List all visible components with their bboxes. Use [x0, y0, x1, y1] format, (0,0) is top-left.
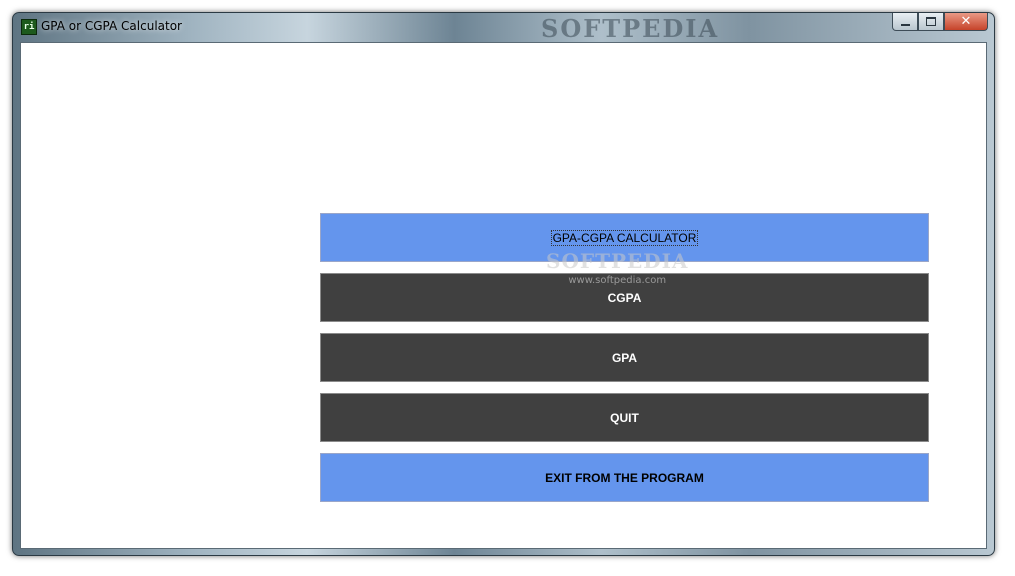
app-icon[interactable]: ri — [21, 19, 37, 35]
title-banner-watermark: SOFTPEDIA — [541, 14, 720, 43]
gpa-button[interactable]: GPA — [320, 333, 929, 382]
minimize-icon — [900, 23, 910, 26]
close-icon: ✕ — [960, 14, 972, 29]
exit-program-button[interactable]: EXIT FROM THE PROGRAM — [320, 453, 929, 502]
maximize-button[interactable] — [918, 13, 944, 31]
client-area: GPA-CGPA CALCULATOR CGPA GPA QUIT EXIT F… — [20, 42, 987, 549]
window-controls: ✕ — [892, 13, 988, 33]
calculator-header-label: GPA-CGPA CALCULATOR — [550, 229, 699, 246]
app-window: ri GPA or CGPA Calculator SOFTPEDIA ✕ GP… — [12, 12, 995, 556]
quit-button-label: QUIT — [610, 410, 639, 425]
close-button[interactable]: ✕ — [944, 13, 988, 31]
cgpa-button-label: CGPA — [607, 290, 642, 305]
quit-button[interactable]: QUIT — [320, 393, 929, 442]
maximize-icon — [926, 17, 936, 26]
title-bar[interactable]: ri GPA or CGPA Calculator SOFTPEDIA ✕ — [13, 13, 994, 43]
window-title: GPA or CGPA Calculator — [41, 19, 182, 33]
gpa-button-label: GPA — [611, 350, 638, 365]
cgpa-button[interactable]: CGPA — [320, 273, 929, 322]
exit-program-label: EXIT FROM THE PROGRAM — [545, 470, 704, 485]
calculator-header-button[interactable]: GPA-CGPA CALCULATOR — [320, 213, 929, 262]
minimize-button[interactable] — [892, 13, 918, 31]
